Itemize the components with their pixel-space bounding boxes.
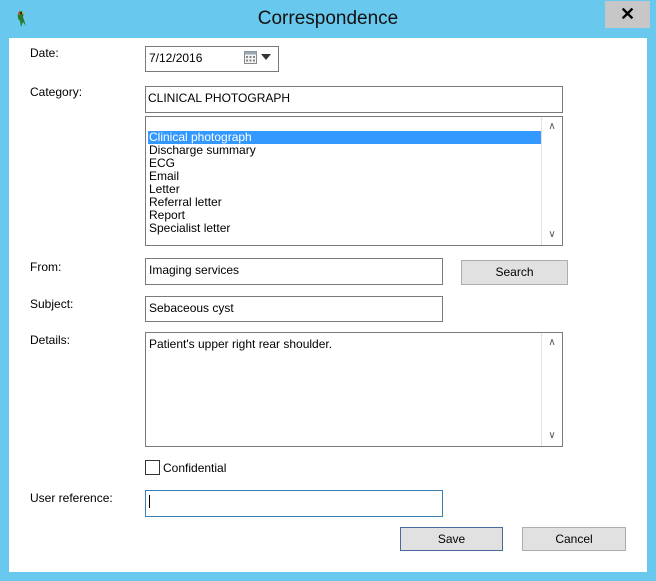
text-cursor (149, 495, 150, 508)
cancel-button[interactable]: Cancel (522, 527, 626, 551)
search-button[interactable]: Search (461, 260, 568, 285)
from-value: Imaging services (149, 263, 240, 277)
confidential-label[interactable]: Confidential (163, 461, 226, 475)
save-button[interactable]: Save (400, 527, 503, 551)
date-picker[interactable]: 7/12/2016 (145, 46, 279, 72)
dialog-body: Date: 7/12/2016 Category: CLINICAL PHOTO… (9, 38, 647, 572)
date-label: Date: (30, 46, 59, 60)
category-list[interactable]: Clinical photograph Discharge summary EC… (145, 116, 563, 246)
close-button[interactable]: ✕ (605, 1, 650, 28)
details-scrollbar[interactable]: ∧ ∨ (541, 333, 562, 446)
date-value: 7/12/2016 (149, 51, 203, 65)
from-field[interactable]: Imaging services (145, 258, 443, 285)
list-item-specialist-letter[interactable]: Specialist letter (148, 222, 230, 235)
scroll-down-icon[interactable]: ∨ (544, 227, 560, 243)
chevron-down-icon[interactable] (261, 54, 271, 60)
details-textarea[interactable]: Patient's upper right rear shoulder. ∧ ∨ (145, 332, 563, 447)
user-reference-input[interactable] (145, 490, 443, 517)
user-reference-label: User reference: (30, 491, 113, 505)
subject-field[interactable]: Sebaceous cyst (145, 296, 443, 322)
category-value: CLINICAL PHOTOGRAPH (148, 91, 291, 105)
category-label: Category: (30, 85, 83, 99)
details-value: Patient's upper right rear shoulder. (149, 337, 333, 351)
category-scrollbar[interactable]: ∧ ∨ (541, 117, 562, 245)
scroll-up-icon[interactable]: ∧ (544, 335, 560, 351)
close-icon: ✕ (619, 4, 636, 24)
details-label: Details: (30, 333, 71, 347)
correspondence-window: Correspondence ✕ Date: 7/12/2016 Categor… (0, 0, 656, 581)
category-field[interactable]: CLINICAL PHOTOGRAPH (145, 86, 563, 113)
scroll-down-icon[interactable]: ∨ (544, 428, 560, 444)
scroll-up-icon[interactable]: ∧ (544, 119, 560, 135)
from-label: From: (30, 260, 62, 274)
confidential-checkbox[interactable] (145, 460, 160, 475)
window-title: Correspondence (257, 8, 399, 29)
subject-label: Subject: (30, 297, 74, 311)
calendar-icon[interactable] (244, 51, 257, 64)
subject-value: Sebaceous cyst (149, 301, 234, 315)
